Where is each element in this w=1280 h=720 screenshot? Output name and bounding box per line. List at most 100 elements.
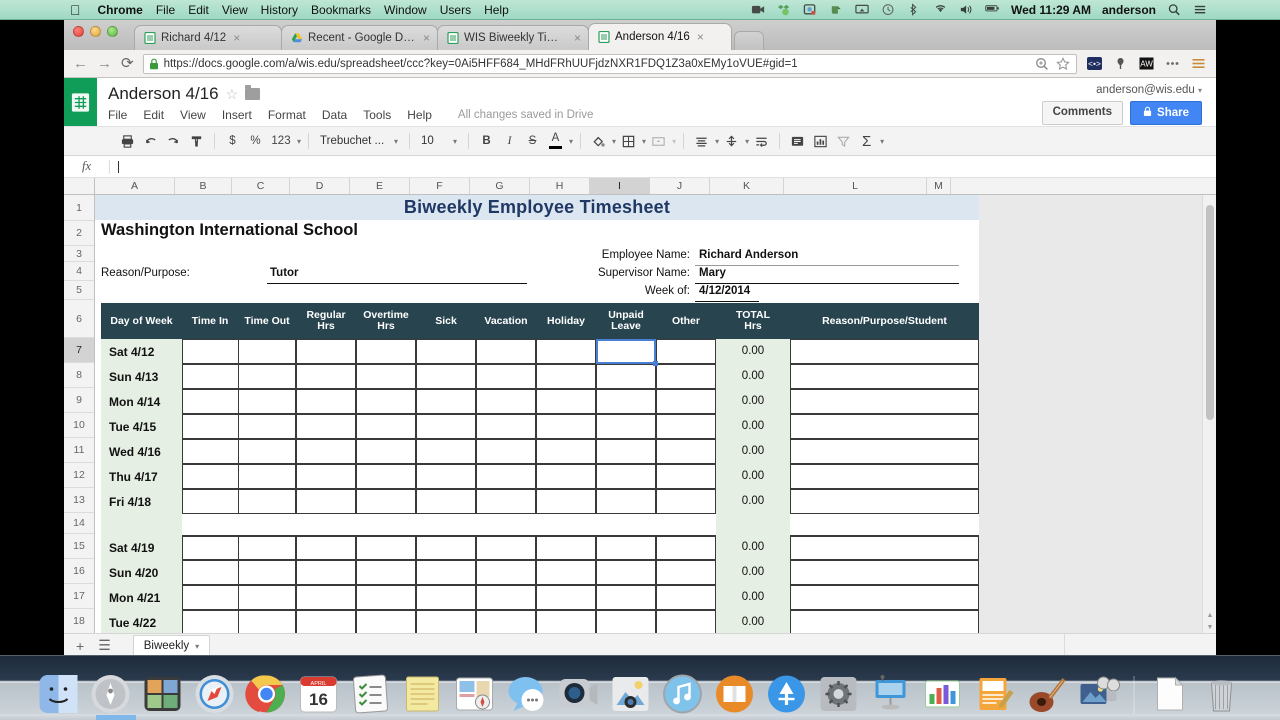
sheets-menu-insert[interactable]: Insert [222,108,252,122]
chevron-down-icon[interactable]: ▾ [745,137,749,146]
screen-recorder-icon[interactable] [751,3,766,16]
table-row[interactable]: Wed 4/16 0.00 [95,439,1011,464]
row-header-1[interactable]: 1 [64,195,94,221]
row-header-17[interactable]: 17 [64,584,94,609]
wifi-icon[interactable] [933,3,948,16]
chevron-down-icon[interactable]: ▾ [642,137,646,146]
menu-help[interactable]: Help [484,3,509,17]
facetime-icon[interactable] [557,672,601,716]
sheets-logo-icon[interactable] [64,78,97,126]
column-header-D[interactable]: D [290,178,350,194]
column-header-M[interactable]: M [927,178,951,194]
sheets-menu-tools[interactable]: Tools [363,108,391,122]
chevron-down-icon[interactable]: ▾ [880,137,884,146]
table-row[interactable]: Sat 4/19 0.00 [95,535,1011,560]
merge-cells-icon[interactable] [648,131,669,152]
column-header-B[interactable]: B [175,178,232,194]
menu-bookmarks[interactable]: Bookmarks [311,3,371,17]
row-header-7[interactable]: 7 [64,338,94,363]
finder-icon[interactable] [37,672,81,716]
minimize-window-button[interactable] [90,26,101,37]
system-preferences-icon[interactable] [817,672,861,716]
paint-format-icon[interactable] [186,131,207,152]
column-header-C[interactable]: C [232,178,290,194]
scroll-down-icon[interactable]: ▼ [1206,624,1214,631]
chrome-icon[interactable] [245,672,289,716]
photobooth-icon[interactable] [141,672,185,716]
currency-format-button[interactable]: $ [222,131,243,152]
chevron-down-icon[interactable]: ▾ [297,137,301,146]
font-size-select[interactable]: 10 ▾ [417,131,461,152]
appstore-icon[interactable] [765,672,809,716]
pages-icon[interactable] [973,672,1017,716]
garageband-icon[interactable] [1025,672,1069,716]
print-icon[interactable] [117,131,138,152]
forward-button[interactable]: → [97,56,112,71]
column-header-A[interactable]: A [95,178,175,194]
table-row[interactable]: Fri 4/18 0.00 [95,489,1011,514]
numbers-icon[interactable] [921,672,965,716]
column-header-F[interactable]: F [410,178,470,194]
close-window-button[interactable] [73,26,84,37]
iphoto-icon[interactable] [609,672,653,716]
row-header-16[interactable]: 16 [64,559,94,584]
new-tab-button[interactable] [734,31,764,50]
trash-icon[interactable] [1200,672,1244,716]
ibooks-icon[interactable] [713,672,757,716]
browser-tab-richard[interactable]: Richard 4/12 × [134,25,282,50]
sheets-menu-help[interactable]: Help [407,108,432,122]
undo-icon[interactable] [140,131,161,152]
itunes-icon[interactable] [661,672,705,716]
column-header-K[interactable]: K [710,178,784,194]
folder-icon[interactable] [245,85,261,100]
launchpad-icon[interactable] [89,672,133,716]
close-tab-icon[interactable]: × [574,31,581,45]
star-icon[interactable]: ☆ [226,86,239,103]
text-color-button[interactable]: A [545,131,566,152]
window-controls[interactable] [73,26,118,37]
close-tab-icon[interactable]: × [423,31,430,45]
adblock-icon[interactable]: AW [1138,55,1155,72]
sheet-tab-biweekly[interactable]: Biweekly ▾ [132,634,211,655]
evernote-icon[interactable] [829,3,844,16]
insert-comment-icon[interactable] [787,131,808,152]
airplay-icon[interactable] [855,3,870,16]
font-family-select[interactable]: Trebuchet ... ▾ [316,131,402,152]
lastpass-icon[interactable] [1112,55,1129,72]
strikethrough-button[interactable]: S [522,131,543,152]
row-header-8[interactable]: 8 [64,363,94,388]
horizontal-align-icon[interactable] [691,131,712,152]
page-title[interactable]: Anderson 4/16 [108,84,219,104]
notification-center-icon[interactable] [1193,3,1208,16]
code-extension-icon[interactable]: <•> [1086,55,1103,72]
table-row[interactable]: Mon 4/21 0.00 [95,585,1011,610]
chevron-down-icon[interactable]: ▾ [569,137,573,146]
number-format-button[interactable]: 123 [268,131,294,152]
menu-file[interactable]: File [156,3,175,17]
employee-name-value[interactable]: Richard Anderson [699,249,798,261]
table-row[interactable]: Sun 4/13 0.00 [95,364,1011,389]
cells-area[interactable]: Biweekly Employee Timesheet Washington I… [95,195,1011,633]
week-of-value[interactable]: 4/12/2014 [699,285,750,297]
apple-menu-icon[interactable]:  [70,3,81,17]
search-icon[interactable] [1167,3,1182,16]
reload-button[interactable]: ⟳ [121,56,134,71]
volume-icon[interactable] [959,3,974,16]
fill-handle[interactable] [653,361,658,366]
row-header-15[interactable]: 15 [64,534,94,559]
redo-icon[interactable] [163,131,184,152]
select-all-corner[interactable] [64,178,95,194]
bookmark-star-icon[interactable] [1055,56,1071,72]
menu-chrome[interactable]: Chrome [98,3,143,17]
chevron-down-icon[interactable]: ▾ [612,137,616,146]
row-header-2[interactable]: 2 [64,221,94,246]
all-sheets-icon[interactable]: ☰ [98,637,111,654]
row-header-5[interactable]: 5 [64,281,94,300]
formula-input[interactable] [110,160,1216,174]
vertical-scrollbar[interactable]: ▲ ▼ [1202,195,1216,633]
column-header-E[interactable]: E [350,178,410,194]
notes-icon[interactable] [401,672,445,716]
table-row[interactable]: Sun 4/20 0.00 [95,560,1011,585]
more-icon[interactable] [1164,55,1181,72]
column-header-J[interactable]: J [650,178,710,194]
